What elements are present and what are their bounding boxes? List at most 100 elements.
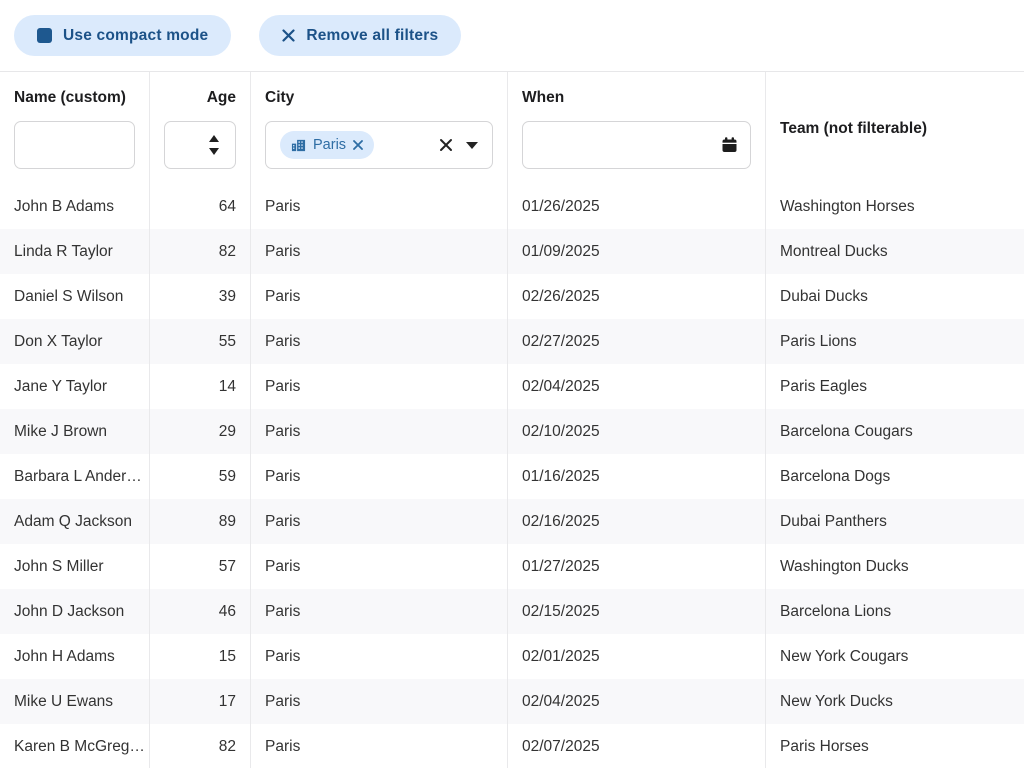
cell-name: Daniel S Wilson	[0, 274, 149, 319]
table-row: Mike U Ewans17Paris02/04/2025New York Du…	[0, 679, 1024, 724]
column-label-team: Team (not filterable)	[780, 119, 927, 139]
calendar-button[interactable]	[721, 137, 738, 154]
chevron-down-icon[interactable]	[466, 142, 478, 149]
table-row: John D Jackson46Paris02/15/2025Barcelona…	[0, 589, 1024, 634]
remove-all-filters-label: Remove all filters	[306, 27, 438, 45]
cell-city: Paris	[250, 274, 507, 319]
cell-when: 01/16/2025	[507, 454, 765, 499]
when-filter-input[interactable]	[523, 122, 750, 168]
cell-name: Mike J Brown	[0, 409, 149, 454]
column-header-city: City	[250, 72, 507, 184]
remove-all-filters-button[interactable]: Remove all filters	[259, 15, 461, 56]
table-row: John B Adams64Paris01/26/2025Washington …	[0, 184, 1024, 229]
table-row: Daniel S Wilson39Paris02/26/2025Dubai Du…	[0, 274, 1024, 319]
cell-when: 01/26/2025	[507, 184, 765, 229]
spin-down-icon[interactable]	[209, 148, 219, 155]
spin-up-icon[interactable]	[209, 135, 219, 142]
column-label-city: City	[265, 88, 493, 108]
use-compact-mode-label: Use compact mode	[63, 27, 208, 45]
cell-team: Montreal Ducks	[765, 229, 1024, 274]
cell-team: Barcelona Dogs	[765, 454, 1024, 499]
table-row: Adam Q Jackson89Paris02/16/2025Dubai Pan…	[0, 499, 1024, 544]
cell-when: 02/26/2025	[507, 274, 765, 319]
chip-remove-icon[interactable]	[353, 140, 363, 150]
cell-city: Paris	[250, 229, 507, 274]
cell-team: Washington Horses	[765, 184, 1024, 229]
table-row: John H Adams15Paris02/01/2025New York Co…	[0, 634, 1024, 679]
cell-city: Paris	[250, 679, 507, 724]
cell-when: 01/09/2025	[507, 229, 765, 274]
cell-when: 02/27/2025	[507, 319, 765, 364]
age-spinner	[209, 135, 219, 155]
column-label-name: Name (custom)	[14, 88, 135, 108]
cell-name: Linda R Taylor	[0, 229, 149, 274]
cell-city: Paris	[250, 409, 507, 454]
table-row: Mike J Brown29Paris02/10/2025Barcelona C…	[0, 409, 1024, 454]
table-header: Name (custom) Age City	[0, 72, 1024, 184]
building-icon	[291, 138, 306, 153]
table-row: John S Miller57Paris01/27/2025Washington…	[0, 544, 1024, 589]
cell-age: 89	[149, 499, 250, 544]
cell-age: 59	[149, 454, 250, 499]
name-filter-input[interactable]	[14, 121, 135, 169]
cell-when: 02/15/2025	[507, 589, 765, 634]
cell-age: 39	[149, 274, 250, 319]
cell-age: 17	[149, 679, 250, 724]
cell-name: Don X Taylor	[0, 319, 149, 364]
cell-age: 15	[149, 634, 250, 679]
cell-when: 02/16/2025	[507, 499, 765, 544]
cell-when: 01/27/2025	[507, 544, 765, 589]
cell-team: Dubai Panthers	[765, 499, 1024, 544]
toolbar: Use compact mode Remove all filters	[0, 0, 1024, 71]
column-header-name: Name (custom)	[0, 72, 149, 184]
cell-team: Paris Lions	[765, 319, 1024, 364]
calendar-icon	[721, 137, 738, 154]
cell-name: John S Miller	[0, 544, 149, 589]
cell-team: Paris Eagles	[765, 364, 1024, 409]
cell-city: Paris	[250, 589, 507, 634]
cell-name: Adam Q Jackson	[0, 499, 149, 544]
table-body: John B Adams64Paris01/26/2025Washington …	[0, 184, 1024, 768]
cell-team: Paris Horses	[765, 724, 1024, 768]
cell-age: 82	[149, 229, 250, 274]
cell-team: New York Cougars	[765, 634, 1024, 679]
table-row: Jane Y Taylor14Paris02/04/2025Paris Eagl…	[0, 364, 1024, 409]
cell-when: 02/01/2025	[507, 634, 765, 679]
column-header-team: Team (not filterable)	[765, 72, 1024, 184]
cell-city: Paris	[250, 364, 507, 409]
cell-city: Paris	[250, 319, 507, 364]
data-table: Name (custom) Age City	[0, 71, 1024, 768]
cell-city: Paris	[250, 454, 507, 499]
clear-filter-icon[interactable]	[439, 138, 453, 152]
column-label-age: Age	[164, 88, 236, 108]
cell-name: Mike U Ewans	[0, 679, 149, 724]
cell-name: John H Adams	[0, 634, 149, 679]
use-compact-mode-button[interactable]: Use compact mode	[14, 15, 231, 56]
cell-name: John B Adams	[0, 184, 149, 229]
column-label-when: When	[522, 88, 751, 108]
cell-city: Paris	[250, 634, 507, 679]
cell-age: 55	[149, 319, 250, 364]
cell-when: 02/04/2025	[507, 364, 765, 409]
cell-when: 02/04/2025	[507, 679, 765, 724]
table-row: Barbara L Ander…59Paris01/16/2025Barcelo…	[0, 454, 1024, 499]
cell-age: 64	[149, 184, 250, 229]
city-selected-chip: Paris	[280, 131, 374, 159]
cell-team: New York Ducks	[765, 679, 1024, 724]
close-icon	[282, 29, 295, 42]
cell-team: Barcelona Cougars	[765, 409, 1024, 454]
chip-label: Paris	[313, 137, 346, 153]
cell-name: Barbara L Ander…	[0, 454, 149, 499]
table-row: Karen B McGreg…82Paris02/07/2025Paris Ho…	[0, 724, 1024, 768]
square-icon	[37, 28, 52, 43]
column-header-when: When	[507, 72, 765, 184]
table-row: Don X Taylor55Paris02/27/2025Paris Lions	[0, 319, 1024, 364]
cell-when: 02/07/2025	[507, 724, 765, 768]
cell-team: Dubai Ducks	[765, 274, 1024, 319]
age-filter-input[interactable]	[164, 121, 236, 169]
table-row: Linda R Taylor82Paris01/09/2025Montreal …	[0, 229, 1024, 274]
cell-team: Washington Ducks	[765, 544, 1024, 589]
cell-age: 82	[149, 724, 250, 768]
city-filter-multiselect[interactable]: Paris	[265, 121, 493, 169]
cell-age: 57	[149, 544, 250, 589]
